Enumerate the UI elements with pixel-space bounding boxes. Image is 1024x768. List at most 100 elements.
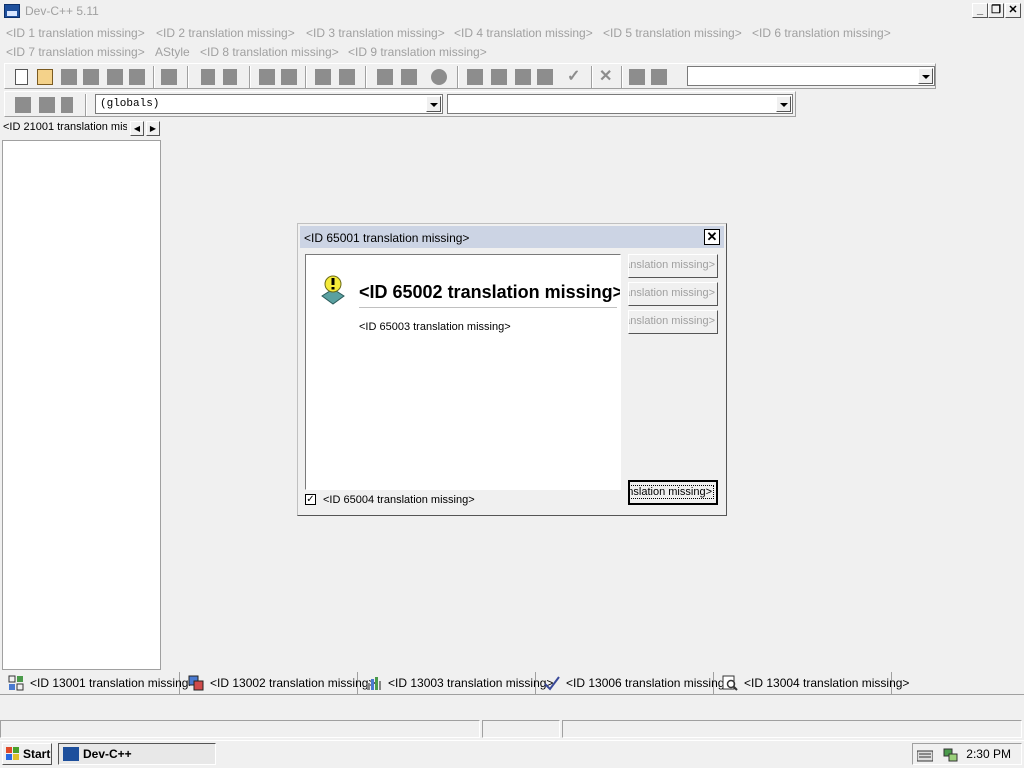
network-icon[interactable] — [943, 747, 959, 763]
tab-resources-label: <ID 13002 translation missing> — [210, 676, 376, 690]
tab-find-results[interactable]: <ID 13004 translation missing> — [714, 672, 909, 694]
goto-bookmark-icon[interactable] — [61, 97, 73, 113]
dialog-heading: <ID 65002 translation missing> — [359, 282, 621, 302]
dialog-button-65007-label: <ID 65007 translation missing> — [629, 315, 715, 327]
toggle-bookmark-icon[interactable] — [39, 97, 55, 113]
bottom-tab-bar: <ID 13001 translation missing> <ID 13002… — [0, 672, 1024, 694]
add-to-project-icon[interactable] — [377, 69, 393, 85]
tab-scroll-left-icon[interactable]: ◀ — [130, 121, 144, 136]
taskbar-devcpp-label: Dev-C++ — [83, 747, 132, 761]
menu-item-id4[interactable]: <ID 4 translation missing> — [454, 26, 593, 40]
tab-compile-log[interactable]: <ID 13003 translation missing> — [358, 672, 553, 694]
resources-icon — [188, 675, 204, 691]
menu-item-id8[interactable]: <ID 8 translation missing> — [200, 45, 339, 59]
dialog-message: <ID 65003 translation missing> — [359, 321, 511, 333]
toolbar-separator — [621, 66, 623, 88]
compiler-select[interactable] — [687, 66, 935, 86]
new-file-icon[interactable] — [15, 69, 28, 85]
windows-logo-icon — [6, 747, 19, 760]
chevron-down-icon[interactable] — [918, 68, 933, 84]
menu-bar-row-1: <ID 1 translation missing> <ID 2 transla… — [0, 26, 1024, 44]
toolbar-separator — [153, 66, 155, 88]
members-select[interactable] — [447, 94, 793, 114]
compile-icon[interactable] — [467, 69, 483, 85]
menu-item-astyle[interactable]: AStyle — [155, 45, 190, 59]
profile-icon[interactable] — [629, 69, 645, 85]
close-all-icon[interactable] — [129, 69, 145, 85]
title-bar: Dev-C++ 5.11 _ ❐ ✕ — [0, 0, 1024, 22]
toolbar-separator — [591, 66, 593, 88]
dialog-button-65006-label: <ID 65006 translation missing> — [629, 287, 715, 299]
keyboard-icon[interactable] — [917, 748, 933, 762]
show-tips-checkbox-label[interactable]: <ID 65004 translation missing> — [323, 494, 475, 506]
tip-lightbulb-icon — [321, 275, 345, 305]
menu-bar-row-2: <ID 7 translation missing> AStyle <ID 8 … — [0, 45, 1024, 63]
compile-log-icon — [367, 677, 381, 690]
open-file-icon[interactable] — [37, 69, 53, 85]
menu-item-id2[interactable]: <ID 2 translation missing> — [156, 26, 295, 40]
menu-item-id7[interactable]: <ID 7 translation missing> — [6, 45, 145, 59]
goto-line-icon[interactable] — [339, 69, 355, 85]
dialog-button-65006[interactable]: <ID 65006 translation missing> — [628, 282, 718, 306]
find-next-icon[interactable] — [315, 69, 331, 85]
status-bar — [0, 719, 1024, 739]
scope-select[interactable]: (globals) — [95, 94, 443, 114]
dialog-button-65007[interactable]: <ID 65007 translation missing> — [628, 310, 718, 334]
save-icon[interactable] — [61, 69, 77, 85]
project-options-icon[interactable] — [431, 69, 447, 85]
tab-debug-label: <ID 13006 translation missing> — [566, 676, 732, 690]
find-icon[interactable] — [259, 69, 275, 85]
tab-project[interactable]: <ID 21001 translation missing> — [3, 121, 127, 133]
app-icon — [4, 4, 20, 18]
rebuild-all-icon[interactable] — [537, 69, 553, 85]
tab-debug[interactable]: <ID 13006 translation missing> — [536, 672, 731, 694]
dialog-ok-label: <ID 65011 translation missing> — [630, 485, 714, 499]
dialog-ok-button[interactable]: <ID 65011 translation missing> — [628, 480, 718, 505]
undo-icon[interactable] — [201, 69, 215, 85]
tab-scroll-right-icon[interactable]: ▶ — [146, 121, 160, 136]
close-file-icon[interactable] — [107, 69, 123, 85]
syntax-check-icon[interactable]: ✓ — [567, 69, 583, 85]
find-results-icon — [722, 675, 738, 691]
clock: 2:30 PM — [966, 747, 1011, 761]
restore-button[interactable]: ❐ — [988, 3, 1004, 18]
replace-icon[interactable] — [281, 69, 297, 85]
start-button[interactable]: Start — [2, 743, 52, 765]
toolbar-separator — [457, 66, 459, 88]
taskbar-devcpp-button[interactable]: Dev-C++ — [58, 743, 216, 765]
chevron-down-icon[interactable] — [426, 96, 441, 112]
project-tree[interactable] — [2, 140, 161, 670]
menu-item-id3[interactable]: <ID 3 translation missing> — [306, 26, 445, 40]
dialog-button-65005[interactable]: <ID 65005 translation missing> — [628, 254, 718, 278]
chevron-down-icon[interactable] — [776, 96, 791, 112]
menu-item-id6[interactable]: <ID 6 translation missing> — [752, 26, 891, 40]
remove-from-project-icon[interactable] — [401, 69, 417, 85]
scope-select-value: (globals) — [100, 98, 160, 110]
compiler-icon — [8, 675, 24, 691]
show-tips-checkbox[interactable]: ✓ — [305, 494, 316, 505]
close-button[interactable]: ✕ — [1005, 3, 1021, 18]
save-all-icon[interactable] — [83, 69, 99, 85]
toolbar-separator — [305, 66, 307, 88]
dialog-button-65005-label: <ID 65005 translation missing> — [629, 259, 715, 271]
tab-resources[interactable]: <ID 13002 translation missing> — [180, 672, 375, 694]
menu-item-id5[interactable]: <ID 5 translation missing> — [603, 26, 742, 40]
minimize-button[interactable]: _ — [972, 3, 988, 18]
insert-icon[interactable] — [15, 97, 31, 113]
status-panel-1 — [0, 720, 480, 738]
dialog-window: <ID 65001 translation missing> ✕ <ID 650… — [297, 223, 727, 516]
heading-divider — [359, 307, 617, 308]
dialog-title-bar[interactable]: <ID 65001 translation missing> ✕ — [300, 226, 724, 248]
system-tray: 2:30 PM — [912, 743, 1022, 765]
menu-item-id1[interactable]: <ID 1 translation missing> — [6, 26, 145, 40]
print-icon[interactable] — [161, 69, 177, 85]
stop-execution-icon[interactable]: ✕ — [599, 69, 615, 85]
compile-run-icon[interactable] — [515, 69, 531, 85]
menu-item-id9[interactable]: <ID 9 translation missing> — [348, 45, 487, 59]
run-icon[interactable] — [491, 69, 507, 85]
tab-find-results-label: <ID 13004 translation missing> — [744, 676, 910, 690]
tab-compiler[interactable]: <ID 13001 translation missing> — [0, 672, 195, 694]
dialog-close-button[interactable]: ✕ — [704, 229, 720, 245]
redo-icon[interactable] — [223, 69, 237, 85]
debug-icon[interactable] — [651, 69, 667, 85]
